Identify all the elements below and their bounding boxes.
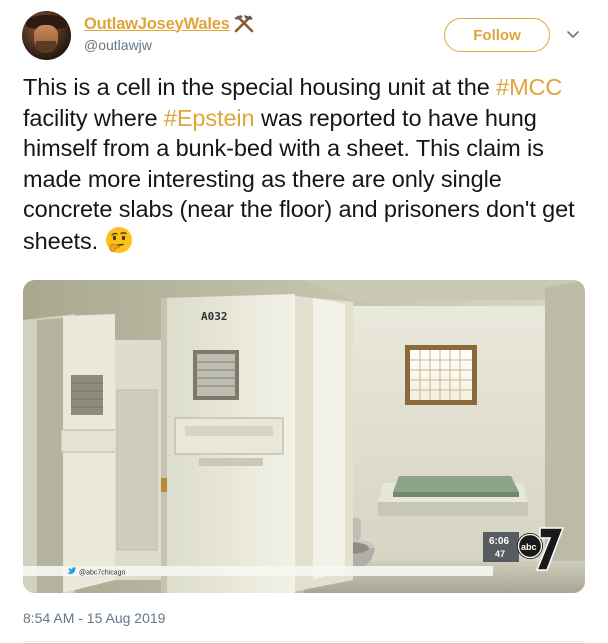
- chevron-down-icon[interactable]: [566, 28, 580, 42]
- broadcast-time: 6:06: [489, 536, 509, 547]
- tweet-text-part: facility where: [23, 104, 164, 131]
- tweet-card: OutlawJoseyWales @outlawjw Follow This i…: [0, 0, 608, 643]
- hashtag-epstein[interactable]: #Epstein: [164, 105, 255, 131]
- thinking-face-emoji: [104, 225, 134, 255]
- user-name-row[interactable]: OutlawJoseyWales: [84, 14, 255, 34]
- tweet-timestamp[interactable]: 8:54 AM - 15 Aug 2019: [23, 610, 165, 626]
- divider: [23, 641, 585, 642]
- watermark-handle: @abc7chicago: [79, 570, 126, 577]
- broadcast-temp: 47: [495, 549, 505, 559]
- tweet-text: This is a cell in the special housing un…: [23, 72, 588, 256]
- avatar[interactable]: [22, 11, 71, 60]
- follow-button[interactable]: Follow: [444, 18, 550, 52]
- door-number: A032: [201, 310, 228, 323]
- hammer-and-pick-icon: [233, 14, 255, 34]
- tweet-media-image[interactable]: A032 @abc7chicago 6:06 47 abc 7: [23, 280, 585, 593]
- display-name[interactable]: OutlawJoseyWales: [84, 15, 230, 34]
- hashtag-mcc[interactable]: #MCC: [496, 74, 562, 100]
- tweet-text-part: This is a cell in the special housing un…: [23, 74, 497, 100]
- channel-logo: abc: [521, 542, 537, 552]
- user-handle[interactable]: @outlawjw: [84, 37, 152, 53]
